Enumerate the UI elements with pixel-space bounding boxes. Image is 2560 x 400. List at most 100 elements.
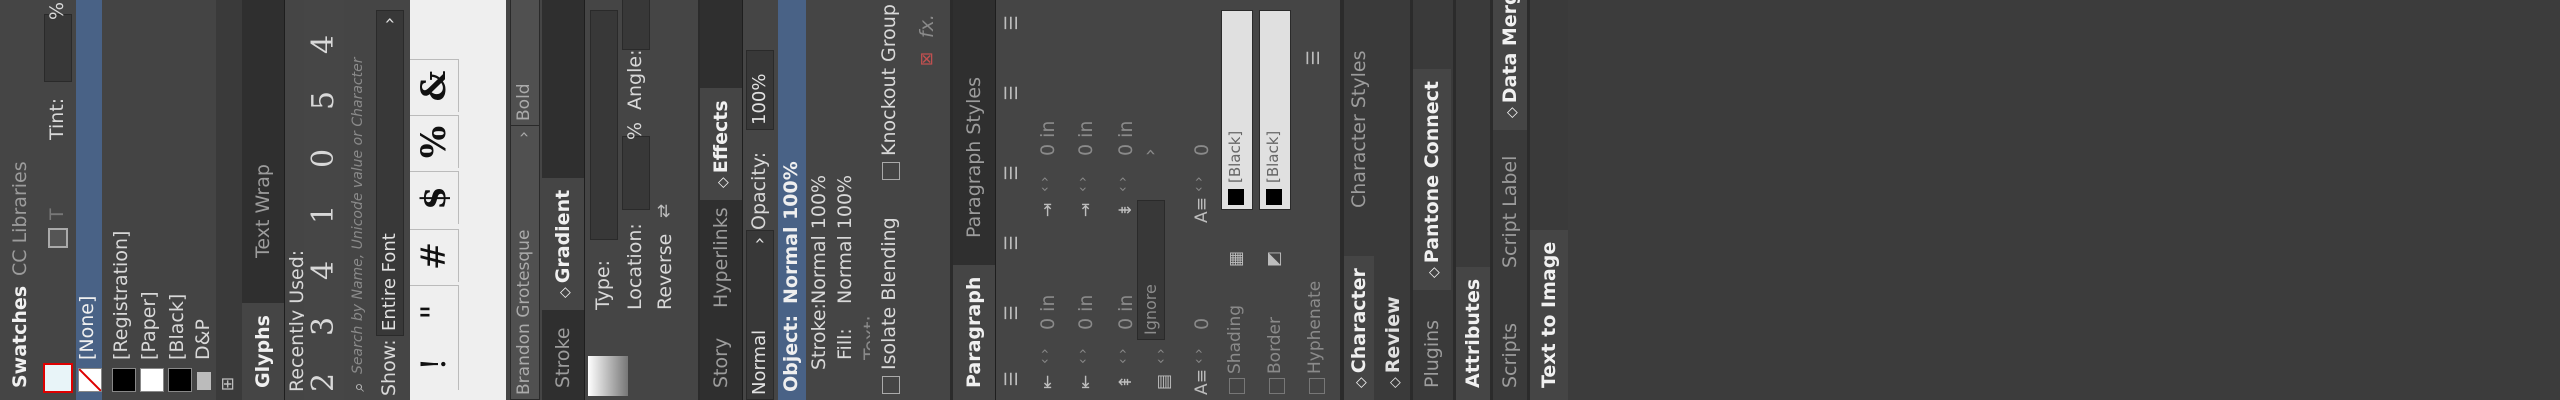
tab-text-wrap[interactable]: Text Wrap — [242, 152, 284, 270]
effects-fill-label[interactable]: Fill: — [834, 328, 856, 360]
swatch-name[interactable]: [Black] — [166, 294, 188, 360]
tab-attributes[interactable]: Attributes — [1456, 266, 1490, 400]
shading-color-select[interactable]: [Black] — [1221, 10, 1253, 210]
blend-mode-select[interactable]: Normal › — [746, 230, 774, 400]
stepper-icon[interactable]: ‹ › — [1037, 176, 1053, 192]
tab-character-styles[interactable]: Character Styles — [1344, 39, 1374, 220]
recent-glyph[interactable]: 2 — [306, 373, 341, 392]
tab-story[interactable]: Story — [700, 326, 742, 400]
grid-align-select[interactable]: Ignore — [1137, 200, 1165, 340]
tab-effects[interactable]: ◇Effects — [700, 88, 742, 200]
tint-field[interactable] — [44, 14, 72, 82]
tab-plugins[interactable]: Plugins — [1413, 308, 1451, 400]
glyph-cell[interactable]: & — [410, 59, 459, 112]
opacity-label: Opacity: — [748, 151, 770, 230]
glyph-cell[interactable]: # — [410, 229, 459, 282]
glyph-cell[interactable]: " — [410, 285, 459, 338]
tab-character[interactable]: ◇Character — [1344, 256, 1374, 400]
recent-glyph[interactable]: 1 — [306, 205, 341, 224]
justify-all-icon[interactable]: ☰ — [997, 76, 1027, 110]
stepper-icon[interactable]: ‹ › — [1115, 348, 1131, 364]
drop-cap-chars-field[interactable]: 0 — [1191, 144, 1213, 156]
show-select[interactable]: Entire Font › — [376, 10, 404, 336]
gradient-type-select[interactable] — [590, 10, 618, 240]
formatting-text-icon[interactable]: T — [46, 208, 68, 220]
align-left-icon[interactable]: ☰ — [997, 362, 1027, 396]
tab-script-label[interactable]: Script Label — [1493, 144, 1527, 280]
shading-grid-icon[interactable]: ▦ — [1225, 248, 1247, 270]
drop-cap-lines-field[interactable]: 0 — [1191, 318, 1213, 330]
formatting-container-icon[interactable] — [46, 226, 70, 250]
align-center-icon[interactable]: ☰ — [997, 296, 1027, 330]
recent-glyph[interactable]: 3 — [306, 317, 341, 336]
fx-icon[interactable]: fx. — [916, 14, 938, 38]
tab-scripts[interactable]: Scripts — [1493, 311, 1527, 400]
gradient-preview[interactable] — [588, 356, 628, 396]
left-indent-field[interactable]: 0 in — [1037, 295, 1059, 330]
location-field[interactable] — [622, 136, 650, 210]
border-checkbox[interactable] — [1269, 378, 1285, 394]
baseline-grid-icon[interactable]: ▤ — [1153, 368, 1175, 396]
recent-glyph[interactable]: 4 — [306, 261, 341, 280]
new-swatch-icon[interactable]: ⊞ — [218, 374, 238, 394]
recent-glyphs: 2 3 4 1 0 5 4 — [304, 0, 344, 400]
stepper-icon[interactable]: ‹ › — [1075, 348, 1091, 364]
swatch-name[interactable]: [Registration] — [110, 231, 132, 360]
fill-stroke-icon[interactable] — [40, 360, 76, 396]
align-right-icon[interactable]: ☰ — [997, 226, 1027, 260]
tab-stroke[interactable]: Stroke — [542, 315, 584, 400]
glyph-search-input[interactable]: Search by Name, Unicode value or Charact… — [350, 58, 366, 374]
knockout-group-checkbox[interactable] — [882, 162, 900, 180]
stepper-icon[interactable]: ‹ › — [1191, 348, 1207, 364]
tab-review[interactable]: ◇Review — [1378, 284, 1408, 400]
first-line-indent-field[interactable]: 0 in — [1075, 295, 1097, 330]
character-dock: ◇Character Character Styles ◇Review — [1344, 0, 1410, 400]
stepper-icon[interactable]: ‹ › — [1075, 176, 1091, 192]
align-grid-icon[interactable]: ☰ — [1303, 46, 1325, 70]
recent-glyph[interactable]: 0 — [306, 149, 341, 168]
hyphenate-checkbox[interactable] — [1309, 378, 1325, 394]
tab-gradient[interactable]: ◇Gradient — [542, 177, 584, 310]
tab-cc-libraries[interactable]: CC Libraries — [0, 149, 40, 288]
swatch-name[interactable]: [Paper] — [138, 291, 160, 360]
reverse-icon[interactable]: ⇄ — [652, 198, 676, 224]
glyph-style-select[interactable]: Bold — [510, 0, 540, 126]
recent-glyph[interactable]: 5 — [306, 91, 341, 110]
stepper-icon[interactable]: ‹ › — [1153, 348, 1169, 364]
border-color-select[interactable]: [Black] — [1259, 10, 1291, 210]
tab-data-merge[interactable]: ◇Data Merge — [1493, 0, 1527, 130]
glyph-cell[interactable]: $ — [410, 171, 459, 224]
effects-text-label[interactable]: Text: — [860, 315, 870, 360]
tab-glyphs[interactable]: Glyphs — [242, 303, 284, 400]
glyph-font-select[interactable]: Brandon Grotesque › — [510, 122, 540, 400]
tab-paragraph-styles[interactable]: Paragraph Styles — [953, 65, 995, 250]
angle-field[interactable] — [622, 0, 650, 50]
justify-spine-icon[interactable]: ☰ — [997, 6, 1027, 40]
recent-glyph[interactable]: 4 — [306, 35, 341, 54]
location-unit: % — [624, 121, 646, 140]
knockout-group-label: Knockout Group — [878, 4, 900, 156]
glyph-cell[interactable]: ! — [410, 337, 459, 390]
space-before-field[interactable]: 0 in — [1115, 295, 1137, 330]
clear-effects-icon[interactable]: ⊠ — [916, 48, 938, 70]
stepper-icon[interactable]: ‹ › — [1037, 348, 1053, 364]
tab-hyperlinks[interactable]: Hyperlinks — [700, 195, 742, 320]
tab-swatches[interactable]: Swatches — [0, 273, 40, 400]
tab-text-to-image[interactable]: Text to Image — [1530, 229, 1568, 400]
tab-pantone-connect[interactable]: ◇Pantone Connect — [1413, 69, 1451, 290]
opacity-field[interactable]: 100% — [746, 50, 774, 130]
border-settings-icon[interactable]: ◩ — [1263, 248, 1285, 270]
folder-icon[interactable] — [194, 370, 214, 392]
last-line-indent-field[interactable]: 0 in — [1075, 121, 1097, 156]
stepper-icon[interactable]: ‹ › — [1115, 176, 1131, 192]
space-after-field[interactable]: 0 in — [1115, 121, 1137, 156]
glyph-cell[interactable]: % — [410, 115, 459, 168]
shading-checkbox[interactable] — [1229, 378, 1245, 394]
stepper-icon[interactable]: ‹ › — [1191, 176, 1207, 192]
justify-icon[interactable]: ☰ — [997, 156, 1027, 190]
effects-stroke-label[interactable]: Stroke: — [808, 303, 830, 370]
right-indent-field[interactable]: 0 in — [1037, 121, 1059, 156]
tab-paragraph[interactable]: Paragraph — [953, 264, 995, 400]
swatch-group-name[interactable]: D&P — [192, 319, 214, 360]
isolate-blending-checkbox[interactable] — [882, 376, 900, 394]
